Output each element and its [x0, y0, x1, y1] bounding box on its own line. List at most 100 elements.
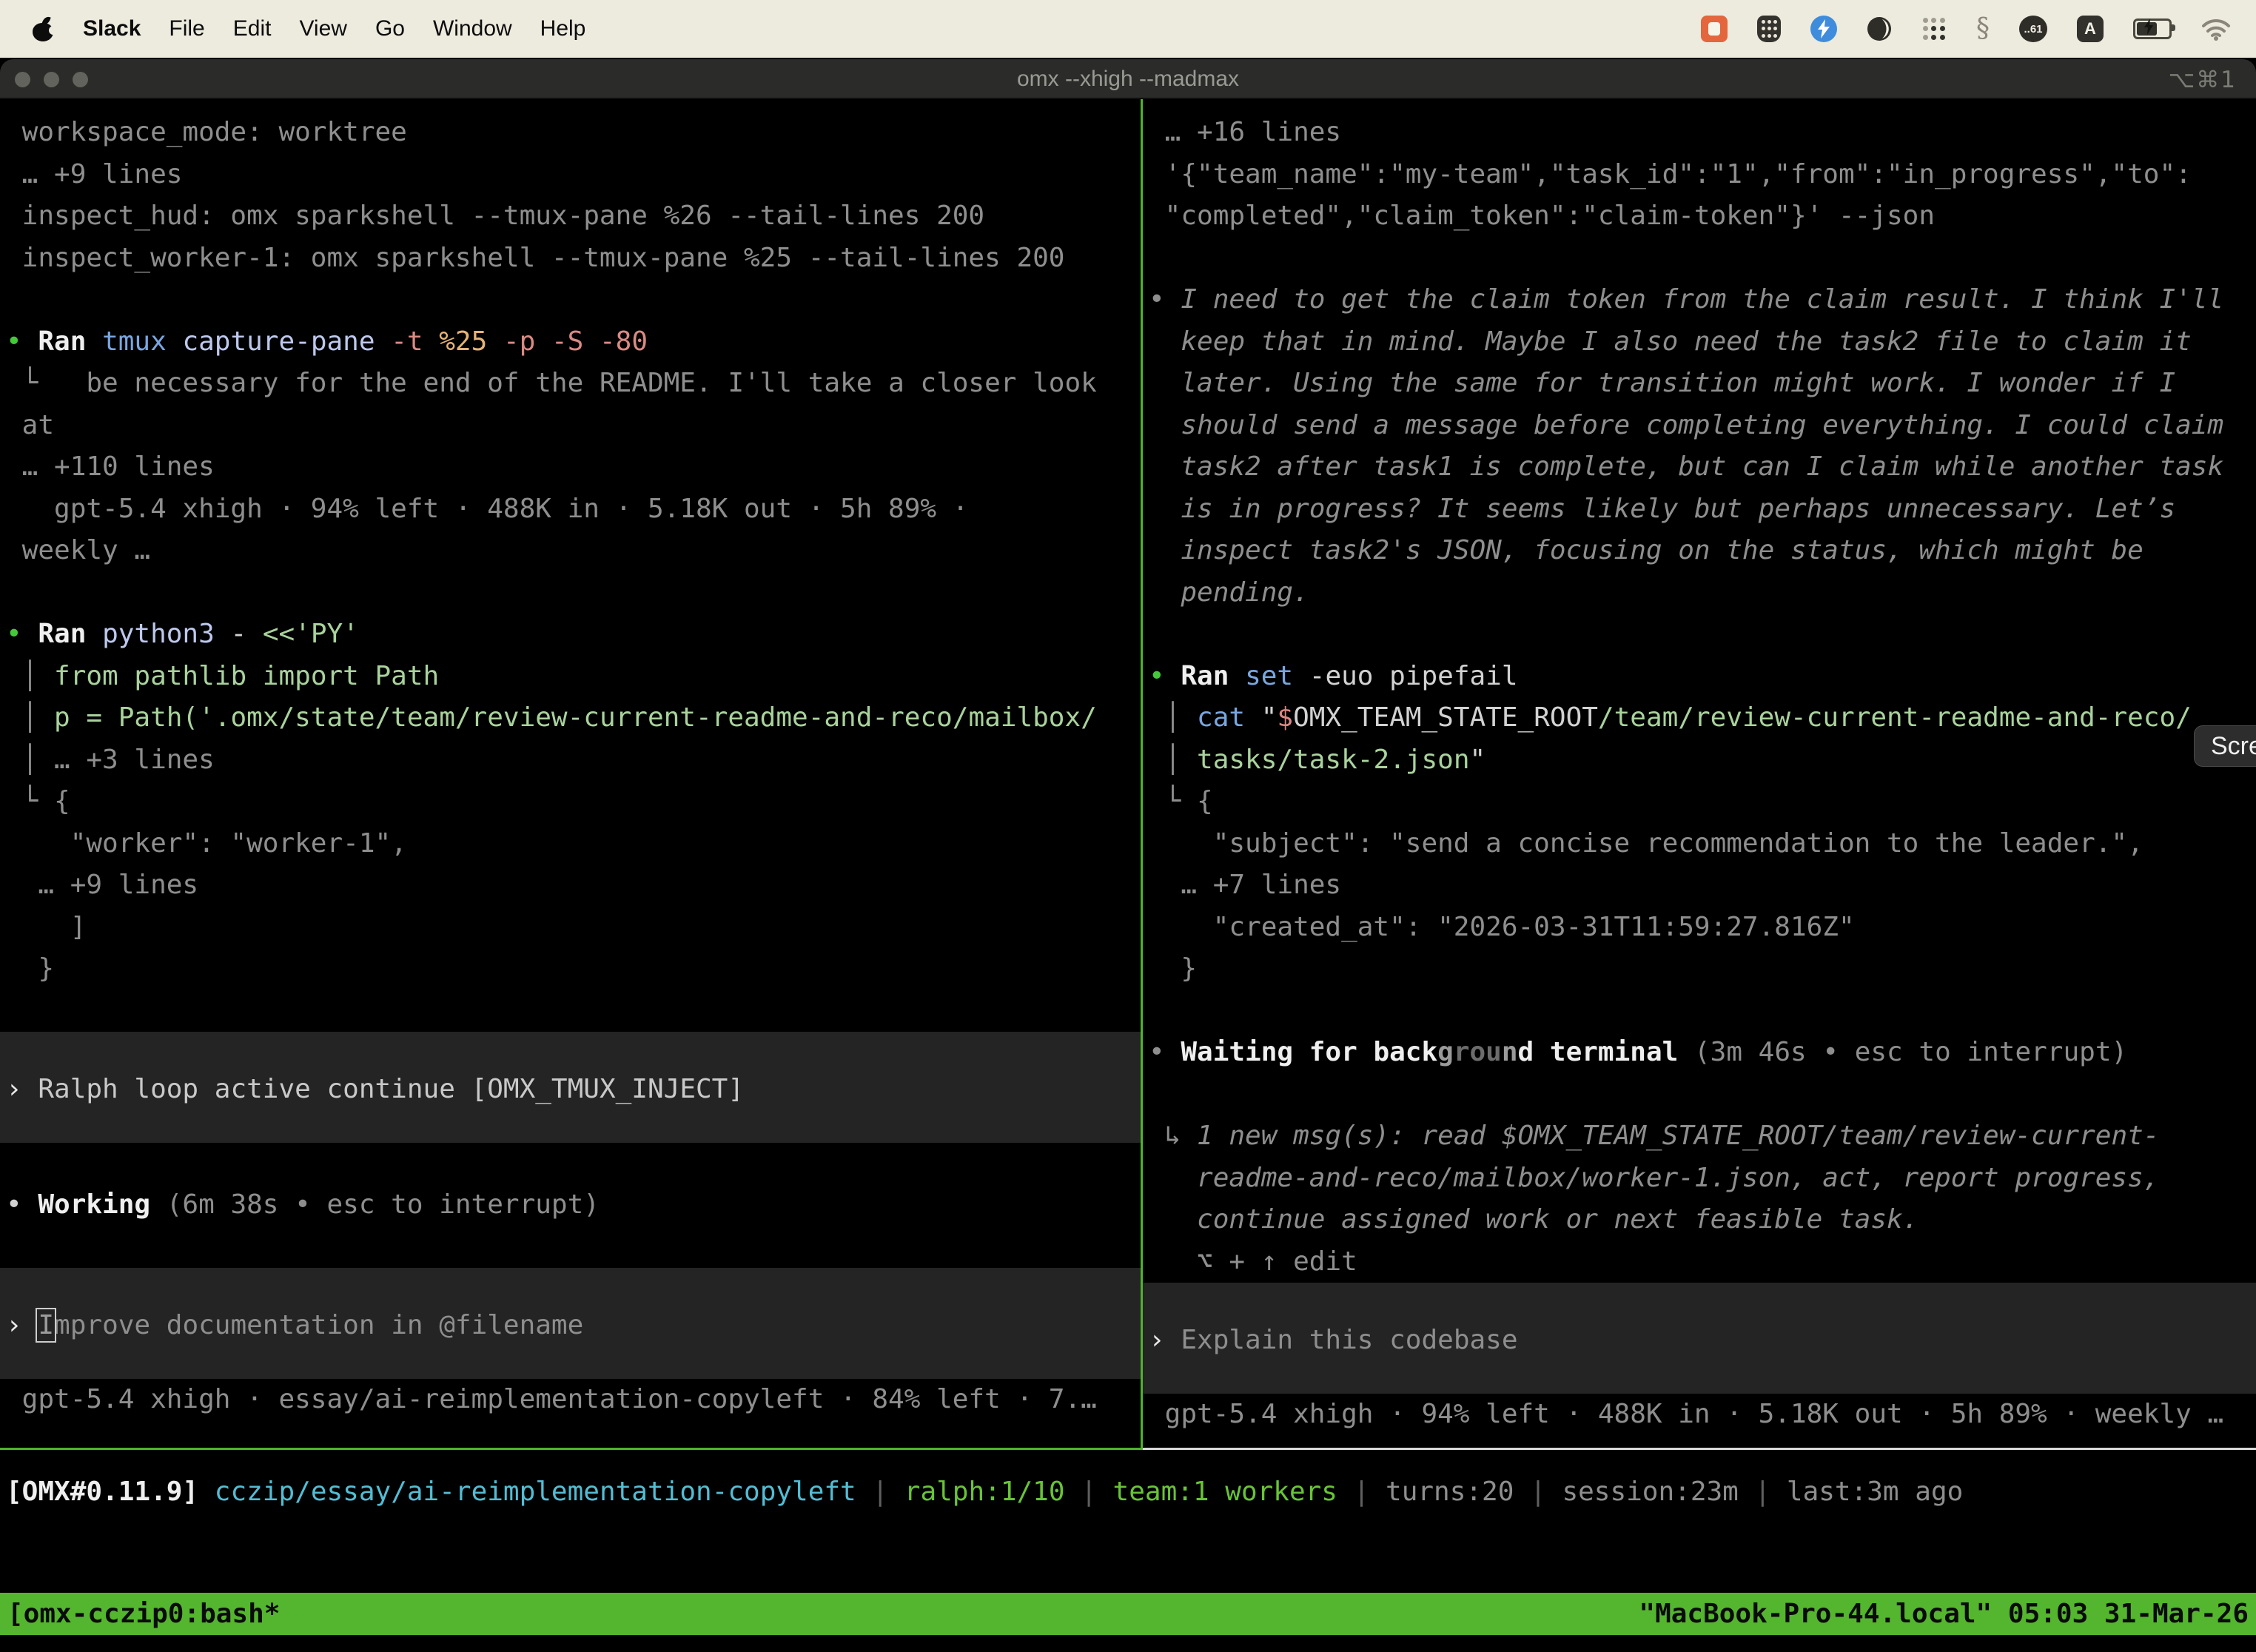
keypad-icon[interactable] — [1757, 16, 1781, 42]
bolt-badge-icon[interactable] — [1810, 16, 1837, 42]
menu-item-go[interactable]: Go — [375, 16, 405, 41]
text-segment: ↳ — [1149, 1121, 1197, 1151]
text-segment: inspect_worker-1: omx sparkshell --tmux-… — [6, 243, 1064, 273]
text-segment: -p -S -80 — [503, 326, 648, 357]
left-pane-border — [0, 1448, 1141, 1450]
text-segment: "worker": "worker-1", — [6, 828, 407, 859]
charging-bolt-glyph — [2143, 19, 2155, 35]
pie-glyph — [1867, 16, 1892, 41]
suggestion-line: › Improve documentation in @filename — [6, 1305, 1135, 1347]
battery-charging-icon[interactable] — [2133, 19, 2172, 39]
text-segment: gpt-5.4 xhigh · 94% left · 488K in · 5.1… — [1149, 1399, 2223, 1429]
tmux-session-label: [omx-cczip0:bash* — [7, 1599, 280, 1629]
text-segment: | — [1514, 1477, 1562, 1507]
terminal-line: └ { — [6, 781, 1135, 823]
terminal-line: inspect_worker-1: omx sparkshell --tmux-… — [6, 238, 1135, 280]
menu-item-edit[interactable]: Edit — [233, 16, 272, 41]
input-source-icon[interactable]: A — [2077, 16, 2104, 42]
text-segment: • — [1149, 661, 1181, 691]
bolt-glyph — [1816, 19, 1832, 38]
text-segment: … +9 lines — [6, 159, 182, 189]
screen-overlay-tooltip: Scre — [2194, 725, 2256, 767]
dots-grid-icon[interactable] — [1921, 16, 1947, 41]
text-segment: | — [1739, 1477, 1787, 1507]
text-segment: I — [38, 1310, 54, 1340]
text-segment: • — [6, 619, 38, 649]
text-segment: Explain this codebase — [1181, 1325, 1517, 1355]
left-pane[interactable]: workspace_mode: worktree … +9 lines insp… — [0, 99, 1141, 1450]
blank-line — [6, 572, 1135, 614]
terminal-line: readme-and-reco/mailbox/worker-1.json, a… — [1149, 1158, 2250, 1200]
text-segment: … +3 lines — [54, 745, 215, 775]
text-segment: "completed","claim_token":"claim-token"}… — [1149, 201, 1935, 231]
menu-item-view[interactable]: View — [299, 16, 346, 41]
terminal-line: • Ran set -euo pipefail — [1149, 656, 2250, 698]
pie-chart-icon[interactable] — [1867, 16, 1892, 41]
terminal-line: │ … +3 lines — [6, 739, 1135, 782]
terminal-line: should send a message before completing … — [1149, 405, 2250, 447]
text-segment: └ — [6, 368, 86, 398]
text-segment: workspace_mode: worktree — [6, 117, 407, 147]
text-segment: set — [1245, 661, 1309, 691]
text-segment: inspect task2's JSON, focusing on the st… — [1149, 535, 2143, 565]
text-segment: /team/review-current-readme-and-reco/ — [1598, 702, 2192, 733]
text-segment: " — [1470, 745, 1486, 775]
terminal-line: task2 after task1 is complete, but can I… — [1149, 446, 2250, 488]
terminal-window: omx --xhigh --madmax ⌥⌘1 workspace_mode:… — [0, 59, 2256, 1652]
terminal-line: keep that in mind. Maybe I also need the… — [1149, 321, 2250, 363]
text-segment: tmux — [102, 326, 182, 357]
text-segment: │ — [1149, 702, 1197, 733]
text-segment: python3 — [102, 619, 230, 649]
blank-line — [1149, 614, 2250, 656]
text-segment: | — [856, 1477, 904, 1507]
text-segment: - — [230, 619, 262, 649]
text-segment: └ { — [6, 786, 70, 816]
menu-item-window[interactable]: Window — [433, 16, 512, 41]
terminal-line: • Working (6m 38s • esc to interrupt) — [6, 1184, 1135, 1226]
text-segment: } — [1149, 953, 1197, 984]
menu-item-file[interactable]: File — [169, 16, 204, 41]
wifi-icon[interactable] — [2201, 17, 2231, 41]
text-segment: ⌥ + ↑ edit — [1149, 1246, 1357, 1277]
apple-menu-icon[interactable] — [33, 16, 55, 41]
percent-badge-icon[interactable]: ..61 — [2019, 16, 2047, 42]
right-pane-border — [1143, 1448, 2256, 1450]
suggestion-band: › Ralph loop active continue [OMX_TMUX_I… — [0, 1032, 1141, 1143]
terminal-line: ↳ 1 new msg(s): read $OMX_TEAM_STATE_ROO… — [1149, 1115, 2250, 1158]
pane-status-line: gpt-5.4 xhigh · essay/ai-reimplementatio… — [6, 1379, 1135, 1421]
text-segment: │ — [6, 745, 54, 775]
terminal-line: └ { — [1149, 781, 2250, 823]
terminal-line: inspect_hud: omx sparkshell --tmux-pane … — [6, 195, 1135, 238]
terminal-line: continue assigned work or next feasible … — [1149, 1199, 2250, 1241]
blank-line — [6, 1226, 1135, 1269]
text-segment: should send a message before completing … — [1149, 410, 2223, 440]
right-pane[interactable]: … +16 lines '{"team_name":"my-team","tas… — [1143, 99, 2256, 1450]
text-segment: [OMX#0.11.9] — [6, 1477, 198, 1507]
terminal-line: • Waiting for background terminal (3m 46… — [1149, 1032, 2250, 1074]
text-segment: at — [6, 410, 54, 440]
text-segment: weekly … — [6, 535, 150, 565]
screenshot-chat-icon[interactable] — [1701, 16, 1728, 42]
terminal-line: … +7 lines — [1149, 864, 2250, 907]
text-segment: tasks/task-2.json — [1197, 745, 1469, 775]
text-segment: › — [1149, 1325, 1181, 1355]
window-title: omx --xhigh --madmax — [0, 67, 2256, 92]
terminal-line: gpt-5.4 xhigh · 94% left · 488K in · 5.1… — [6, 488, 1135, 531]
section-sign-icon[interactable]: § — [1976, 16, 1990, 41]
blank-line — [1149, 1074, 2250, 1116]
pane-divider[interactable] — [1141, 99, 1143, 1450]
pane-status-line: gpt-5.4 xhigh · 94% left · 488K in · 5.1… — [1149, 1394, 2250, 1436]
text-segment: Ran — [38, 326, 102, 357]
text-segment: OMX_TEAM_STATE_ROOT — [1293, 702, 1598, 733]
text-segment: -t — [391, 326, 439, 357]
text-segment: inspect_hud: omx sparkshell --tmux-pane … — [6, 201, 984, 231]
menu-item-slack[interactable]: Slack — [83, 16, 141, 41]
terminal-line: ⌥ + ↑ edit — [1149, 1241, 2250, 1283]
terminal-line: • Ran python3 - <<'PY' — [6, 614, 1135, 656]
text-segment: team:1 workers — [1113, 1477, 1337, 1507]
tmux-host-time: "MacBook-Pro-44.local" 05:03 31-Mar-26 — [1639, 1599, 2249, 1629]
terminal-line: "created_at": "2026-03-31T11:59:27.816Z" — [1149, 907, 2250, 949]
text-segment: › — [6, 1074, 38, 1104]
text-segment: is in progress? It seems likely but perh… — [1149, 494, 2175, 524]
menu-item-help[interactable]: Help — [540, 16, 586, 41]
